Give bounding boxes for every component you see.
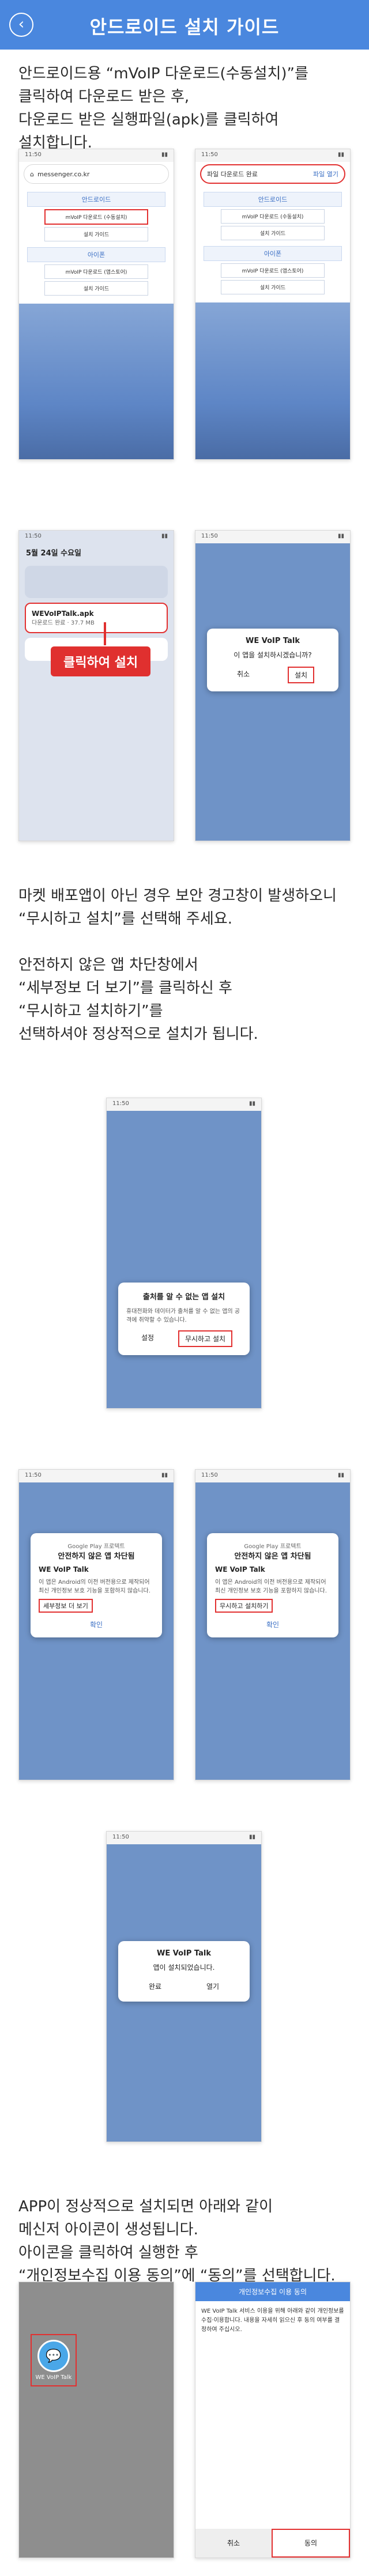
step1-instructions: 안드로이드용 “mVoIP 다운로드(수동설치)”를 클릭하여 다운로드 받은 … [18,65,308,152]
android-download-button[interactable]: mVoIP 다운로드 (수동설치) [44,209,148,225]
step3-instructions: APP이 정상적으로 설치되면 아래와 같이 메신저 아이콘이 생성됩니다. 아… [18,2198,336,2284]
screenshot-install-prompt: 11:50 ▮▮ WE VoIP Talk 이 앱을 설치하시겠습니까? 취소 설… [195,530,351,841]
done-button[interactable]: 완료 [143,1979,167,1994]
install-dialog: WE VoIP Talk 이 앱을 설치하시겠습니까? 취소 설치 [207,629,338,691]
blocked-dialog: Google Play 프로텍트 안전하지 않은 앱 차단됨 WE VoIP T… [31,1533,162,1637]
home-icon: ⌂ [30,170,34,178]
click-to-install-label: 클릭하여 설치 [51,646,151,676]
url-bar[interactable]: ⌂ messenger.co.kr [24,164,169,184]
ok-button[interactable]: 확인 [39,1620,154,1629]
settings-button[interactable]: 설정 [135,1330,160,1347]
screenshot-installed: 11:50 ▮▮ WE VoIP Talk 앱이 설치되었습니다. 완료 열기 [106,1831,262,2142]
screenshot-download-complete: 11:50 ▮▮ 파일 다운로드 완료 파일 열기 안드로이드 mVoIP 다운로… [195,149,351,460]
screenshot-blocked: 11:50 ▮▮ Google Play 프로텍트 안전하지 않은 앱 차단됨 W… [18,1469,174,1780]
page-header: ‹ 안드로이드 설치 가이드 [0,0,369,50]
page-title: 안드로이드 설치 가이드 [89,16,280,38]
download-complete-bar[interactable]: 파일 다운로드 완료 파일 열기 [200,164,345,184]
screenshot-home-icon: 💬 WE VoIP Talk [18,2282,174,2558]
app-icon-highlight[interactable]: 💬 WE VoIP Talk [31,2334,77,2386]
arrow-up-icon [104,622,106,645]
installed-dialog: WE VoIP Talk 앱이 설치되었습니다. 완료 열기 [118,1941,250,2002]
agree-button[interactable]: 동의 [272,2529,350,2558]
quick-settings [25,566,168,598]
ignore-install-button[interactable]: 무시하고 설치 [178,1330,233,1347]
screenshot-browser-download: 11:50 ▮▮ ⌂ messenger.co.kr 안드로이드 mVoIP 다운로… [18,149,174,460]
chat-bubble-icon: 💬 [37,2340,70,2372]
cancel-button[interactable]: 취소 [231,667,255,683]
open-button[interactable]: 열기 [201,1979,225,1994]
warning-dialog: 출처를 알 수 없는 앱 설치 휴대전화와 데이터가 출처를 알 수 없는 앱의… [118,1283,250,1355]
more-details-link[interactable]: 세부정보 더 보기 [39,1599,93,1613]
screenshot-blocked-expanded: 11:50 ▮▮ Google Play 프로텍트 안전하지 않은 앱 차단됨 W… [195,1469,351,1780]
step2-instructions: 마켓 배포앱이 아닌 경우 보안 경고창이 발생하오니 “무시하고 설치”를 선… [18,887,337,1043]
ignore-install-link[interactable]: 무시하고 설치하기 [215,1599,273,1613]
install-button[interactable]: 설치 [287,667,315,683]
blocked-dialog-expanded: Google Play 프로텍트 안전하지 않은 앱 차단됨 WE VoIP T… [207,1533,338,1637]
cancel-consent-button[interactable]: 취소 [195,2529,272,2558]
screenshot-notification: 11:50 ▮▮ 5월 24일 수요일 WEVoIPTalk.apk 다운로드 완… [18,530,174,841]
screenshot-consent: 개인정보수집 이용 동의 WE VoIP Talk 서비스 이용을 위해 아래와… [195,2282,351,2558]
screenshot-warning: 11:50 ▮▮ 출처를 알 수 없는 앱 설치 휴대전화와 데이터가 출처를 알… [106,1098,262,1409]
city-background [19,304,174,459]
apk-notification[interactable]: WEVoIPTalk.apk 다운로드 완료 · 37.7 MB [25,603,168,633]
